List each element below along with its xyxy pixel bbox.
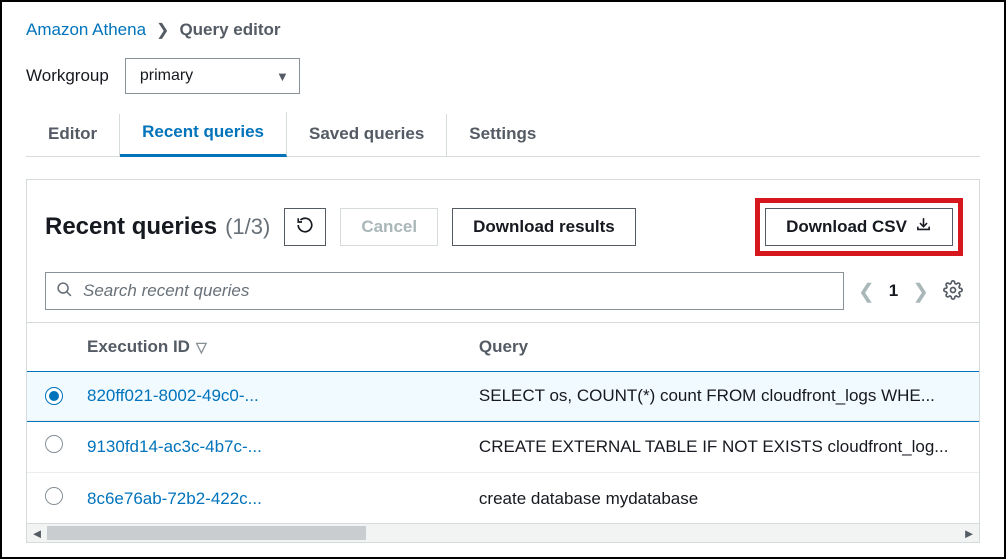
execution-id-link[interactable]: 820ff021-8002-49c0-... [87,386,259,405]
settings-gear-button[interactable] [943,280,963,303]
col-select [27,323,75,372]
execution-id-link[interactable]: 8c6e76ab-72b2-422c... [87,489,262,508]
download-csv-label: Download CSV [786,217,907,237]
download-csv-button[interactable]: Download CSV [765,208,953,246]
horizontal-scrollbar[interactable]: ◄ ► [26,523,980,543]
row-radio[interactable] [45,387,63,405]
caret-down-icon: ▼ [276,69,289,84]
tab-editor[interactable]: Editor [26,114,120,156]
table-row[interactable]: 8c6e76ab-72b2-422c... create database my… [27,473,979,525]
breadcrumb-service-link[interactable]: Amazon Athena [26,20,146,40]
scroll-thumb[interactable] [47,526,366,540]
row-radio[interactable] [45,487,63,505]
recent-queries-table: Execution ID▽ Query▽ Start tim 820ff021-… [27,322,979,524]
scroll-right-icon[interactable]: ► [959,526,979,541]
tab-recent-queries[interactable]: Recent queries [120,112,287,157]
col-execution-id[interactable]: Execution ID▽ [75,323,467,372]
query-cell: create database mydatabase [467,473,979,525]
recent-queries-panel: Recent queries (1/3) Cancel Download res… [26,179,980,525]
download-icon [915,216,932,238]
highlight-annotation: Download CSV [755,198,963,256]
cancel-button: Cancel [340,208,438,246]
panel-count: (1/3) [225,214,270,240]
panel-title: Recent queries (1/3) [45,213,270,241]
scroll-left-icon[interactable]: ◄ [27,526,47,541]
col-query[interactable]: Query▽ [467,323,979,372]
table-row[interactable]: 9130fd14-ac3c-4b7c-... CREATE EXTERNAL T… [27,421,979,473]
query-cell: CREATE EXTERNAL TABLE IF NOT EXISTS clou… [467,421,979,473]
tab-settings[interactable]: Settings [447,114,558,156]
refresh-button[interactable] [284,208,326,246]
pager-prev[interactable]: ❮ [858,279,875,304]
breadcrumb: Amazon Athena ❯ Query editor [26,14,980,58]
workgroup-value: primary [140,67,193,85]
row-radio[interactable] [45,435,63,453]
sort-icon: ▽ [196,339,207,355]
scroll-track[interactable] [47,524,959,542]
refresh-icon [296,216,314,239]
pager: ❮ 1 ❯ [858,279,929,304]
table-row[interactable]: 820ff021-8002-49c0-... SELECT os, COUNT(… [27,372,979,421]
query-cell: SELECT os, COUNT(*) count FROM cloudfron… [467,372,979,421]
execution-id-link[interactable]: 9130fd14-ac3c-4b7c-... [87,437,262,456]
download-results-button[interactable]: Download results [452,208,636,246]
workgroup-select[interactable]: primary ▼ [125,58,300,94]
chevron-right-icon: ❯ [156,20,169,40]
breadcrumb-current: Query editor [179,20,280,40]
tabs: Editor Recent queries Saved queries Sett… [26,112,980,157]
search-icon [56,281,73,301]
workgroup-label: Workgroup [26,66,109,86]
search-box[interactable] [45,272,844,310]
tab-saved-queries[interactable]: Saved queries [287,114,447,156]
pager-next[interactable]: ❯ [912,279,929,304]
pager-page: 1 [889,281,898,301]
search-input[interactable] [83,281,833,301]
table-scroll[interactable]: Execution ID▽ Query▽ Start tim 820ff021-… [27,322,979,524]
